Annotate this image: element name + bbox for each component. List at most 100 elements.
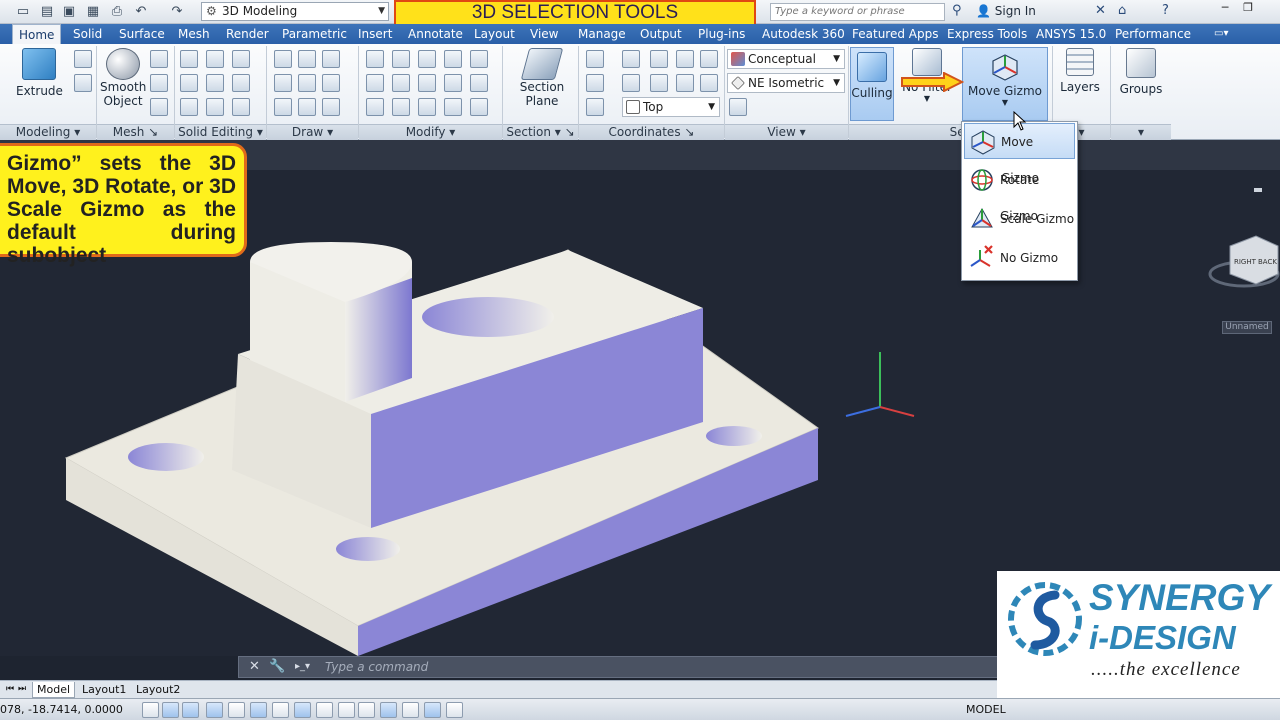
panel-coordinates[interactable]: Coordinates ↘ [579,124,724,140]
3d-move-icon[interactable] [418,50,436,68]
workspace-selector[interactable]: ⚙ 3D Modeling ▼ [201,2,389,21]
tab-home[interactable]: Home [12,24,62,44]
object-snap-icon[interactable] [250,702,267,718]
mesh-smooth-more-icon[interactable] [150,50,168,68]
tab-render[interactable]: Render [220,24,275,44]
line-icon[interactable] [274,50,292,68]
culling-button[interactable]: Culling [850,47,894,121]
print-icon[interactable]: ⎙ [108,3,126,21]
command-history-icon[interactable]: ▸_▾ [295,661,310,672]
maximize-button[interactable]: ❐ [1238,1,1258,19]
viewport-config-icon[interactable] [729,98,747,116]
tab-annotate[interactable]: Annotate [402,24,469,44]
tab-featured-apps[interactable]: Featured Apps [846,24,944,44]
menu-item-rotate-gizmo[interactable]: Rotate Gizmo [964,162,1075,223]
ucs-previous-icon[interactable] [622,74,640,92]
infer-constraints-icon[interactable] [142,702,159,718]
tab-mesh[interactable]: Mesh [172,24,216,44]
dynamic-input-icon[interactable] [338,702,355,718]
layers-button[interactable]: Layers [1058,48,1102,94]
polygon-icon[interactable] [274,98,292,116]
rotate-icon[interactable] [418,74,436,92]
ucs-view-icon[interactable] [700,74,718,92]
layout-tab-layout2[interactable]: Layout2 [132,682,184,698]
tab-output[interactable]: Output [634,24,688,44]
tab-view[interactable]: View [524,24,564,44]
move-gizmo-button[interactable]: Move Gizmo ▼ [962,47,1048,121]
a360-icon[interactable]: ⌂ [1118,3,1126,18]
undo-icon[interactable]: ↶ [132,3,150,21]
save-as-icon[interactable]: ▦ [84,3,102,21]
mirror-icon[interactable] [444,50,462,68]
menu-item-scale-gizmo[interactable]: Scale Gizmo [964,201,1075,237]
stretch-icon[interactable] [418,98,436,116]
interfere-icon[interactable] [206,74,224,92]
panel-mesh[interactable]: Mesh ↘ [97,124,174,140]
exchange-icon[interactable]: ✕ [1095,3,1106,18]
ucs-face-icon[interactable] [586,74,604,92]
extract-edges-icon[interactable] [180,98,198,116]
search-input[interactable]: Type a keyword or phrase [770,3,945,21]
tab-plug-ins[interactable]: Plug-ins [692,24,751,44]
trim-icon[interactable] [470,74,488,92]
lineweight-icon[interactable] [358,702,375,718]
ucs-x-icon[interactable] [650,50,668,68]
sign-in-link[interactable]: 👤 Sign In [976,4,1036,18]
open-file-icon[interactable]: ▤ [38,3,56,21]
ellipse-icon[interactable] [322,98,340,116]
arc-icon[interactable] [322,50,340,68]
slice-icon[interactable] [232,74,250,92]
taper-faces-icon[interactable] [206,98,224,116]
ribbon-options-icon[interactable]: ▭▾ [1208,24,1234,44]
save-icon[interactable]: ▣ [60,3,78,21]
ucs-world-icon[interactable] [622,50,640,68]
model-space-toggle[interactable]: MODEL [966,703,1006,716]
layout-tab-model[interactable]: Model [32,682,76,698]
offset-icon[interactable] [444,74,462,92]
new-file-icon[interactable]: ▭ [14,3,32,21]
help-icon[interactable]: ? [1162,3,1169,18]
grid-display-icon[interactable] [182,702,199,718]
tab-layout[interactable]: Layout [468,24,521,44]
binoculars-icon[interactable]: ⚲ [952,3,962,18]
tab-autodesk-360[interactable]: Autodesk 360 [756,24,851,44]
tab-express-tools[interactable]: Express Tools [941,24,1033,44]
ucs-z-icon[interactable] [676,74,694,92]
ucs-icon[interactable] [586,50,604,68]
quick-properties-icon[interactable] [402,702,419,718]
viewport-restore-icon[interactable] [1254,188,1262,192]
command-input[interactable]: Type a command [325,660,428,674]
section-plane-button[interactable]: Section Plane [514,48,570,108]
subtract-icon[interactable] [206,50,224,68]
panel-modify[interactable]: Modify ▾ [359,124,502,140]
panel-solid-editing[interactable]: Solid Editing ▾ [175,124,266,140]
scale-icon[interactable] [392,98,410,116]
tab-ansys[interactable]: ANSYS 15.0 [1030,24,1112,44]
tab-parametric[interactable]: Parametric [276,24,353,44]
view-preset-select[interactable]: NE Isometric ▼ [727,73,845,93]
ucs-y-icon[interactable] [650,74,668,92]
ray-icon[interactable] [298,74,316,92]
viewcube-back-face[interactable]: BACK [1258,258,1277,266]
close-icon[interactable]: ✕ [249,659,260,674]
last-tab-icon[interactable]: ⏭ [14,682,30,698]
ucs-named-icon[interactable] [586,98,604,116]
panel-groups[interactable]: ▾ [1111,124,1171,140]
coordinates-readout[interactable]: 078, -18.7414, 0.0000 [0,703,123,716]
groups-button[interactable]: Groups [1118,48,1164,96]
dynamic-ucs-icon[interactable] [316,702,333,718]
layout-tab-layout1[interactable]: Layout1 [78,682,130,698]
transparency-icon[interactable] [380,702,397,718]
tab-insert[interactable]: Insert [352,24,398,44]
wrench-icon[interactable]: 🔧 [269,659,285,674]
copy-icon[interactable] [366,74,384,92]
ucs-view-select[interactable]: Top ▼ [622,97,720,117]
ucs-origin-icon[interactable] [676,50,694,68]
panel-section[interactable]: Section ▾ ↘ [503,124,578,140]
3d-object-snap-icon[interactable] [272,702,289,718]
polyline-icon[interactable] [298,50,316,68]
join-icon[interactable] [470,98,488,116]
minimize-button[interactable]: ─ [1215,1,1235,19]
tab-performance[interactable]: Performance [1109,24,1197,44]
polysolid-icon[interactable] [74,50,92,68]
